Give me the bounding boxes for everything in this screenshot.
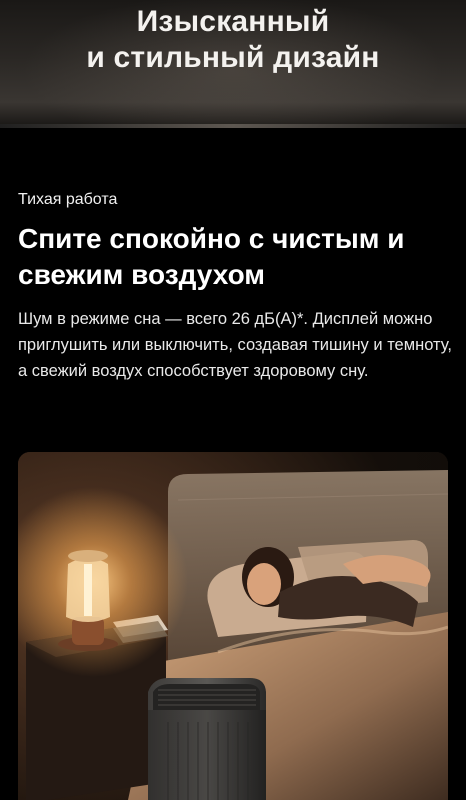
section-headline: Спите спокойно с чистым и свежим воздухо… <box>18 223 405 290</box>
hero-banner: Изысканный и стильный дизайн <box>0 0 466 128</box>
section-description: Шум в режиме сна — всего 26 дБ(А)*. Дисп… <box>18 310 452 380</box>
hero-title-line-2: и стильный дизайн <box>86 41 380 74</box>
hero-title: Изысканный и стильный дизайн <box>0 4 466 76</box>
hero-title-line-1: Изысканный <box>136 5 330 38</box>
hero-divider <box>0 124 466 128</box>
woman-face <box>247 563 281 605</box>
bedroom-photo <box>18 452 448 800</box>
section-kicker: Тихая работа <box>18 191 118 208</box>
